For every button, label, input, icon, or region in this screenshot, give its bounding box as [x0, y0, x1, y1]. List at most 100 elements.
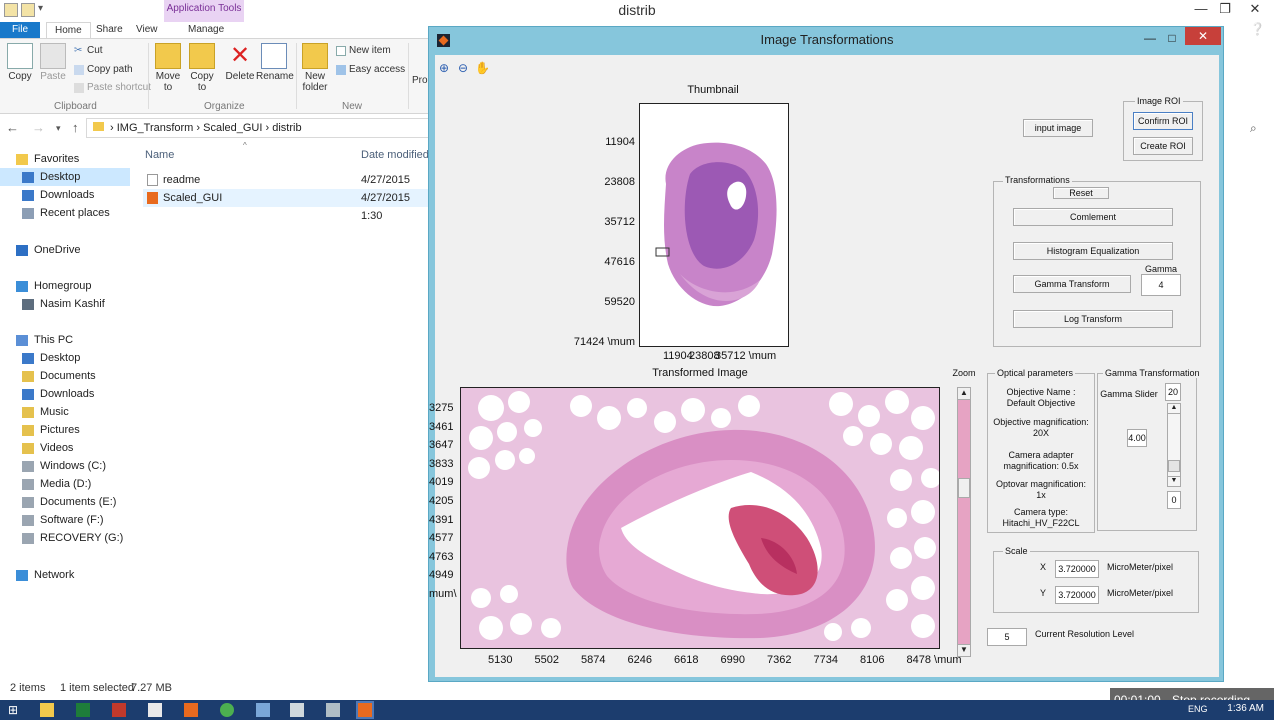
- nav-item-homegroup[interactable]: Homegroup: [0, 277, 130, 295]
- nav-item-downloads[interactable]: Downloads: [0, 186, 130, 204]
- nav-item-pictures[interactable]: Pictures: [0, 421, 130, 439]
- cut-button[interactable]: ✂ Cut: [74, 45, 103, 56]
- nav-item-music[interactable]: Music: [0, 403, 130, 421]
- pan-hand-icon[interactable]: ✋: [475, 61, 490, 75]
- file-row[interactable]: readme 4/27/2015 1:30: [143, 171, 433, 204]
- nav-item-this-pc[interactable]: This PC: [0, 331, 130, 349]
- language-indicator[interactable]: ENG: [1188, 704, 1208, 714]
- reset-button[interactable]: Reset: [1053, 187, 1109, 199]
- file-row-selected[interactable]: Scaled_GUI 4/27/2015 1:30: [143, 189, 433, 222]
- close-button[interactable]: ✕: [1240, 0, 1270, 20]
- zoom-out-icon[interactable]: ⊖: [456, 61, 470, 75]
- matlab-figure-icon[interactable]: [356, 701, 374, 719]
- recent-locations-icon[interactable]: ▾: [56, 123, 61, 134]
- rename-button[interactable]: Rename: [256, 43, 294, 82]
- create-roi-button[interactable]: Create ROI: [1133, 137, 1193, 155]
- forward-arrow-icon[interactable]: →: [32, 120, 45, 135]
- gamma-transform-button[interactable]: Gamma Transform: [1013, 275, 1131, 293]
- new-folder-button[interactable]: New folder: [300, 43, 330, 93]
- help-icon[interactable]: ❔: [1250, 22, 1265, 36]
- back-arrow-icon[interactable]: ←: [6, 120, 19, 135]
- nav-item-desktop[interactable]: Desktop: [0, 168, 130, 186]
- chrome-icon[interactable]: [220, 703, 234, 717]
- nav-item-downloads[interactable]: Downloads: [0, 385, 130, 403]
- histogram-equalization-button[interactable]: Histogram Equalization: [1013, 242, 1173, 260]
- scale-y-input[interactable]: 3.720000: [1055, 586, 1099, 604]
- move-to-button[interactable]: Move to: [152, 43, 184, 93]
- tab-home[interactable]: Home: [46, 22, 91, 38]
- gamma-down-arrow-icon[interactable]: ▼: [1168, 476, 1180, 486]
- maximize-button[interactable]: ❐: [1210, 0, 1240, 20]
- copy-to-button[interactable]: Copy to: [186, 43, 218, 93]
- clock[interactable]: 1:36 AM: [1227, 703, 1264, 714]
- easy-access-button[interactable]: Easy access: [336, 64, 405, 75]
- nav-item-recent-places[interactable]: Recent places: [0, 204, 130, 222]
- gamma-value-input[interactable]: 4: [1141, 274, 1181, 296]
- paste-button[interactable]: Paste: [38, 43, 68, 82]
- gamma-min-input[interactable]: 0: [1167, 491, 1181, 509]
- column-header-name[interactable]: Name: [145, 149, 174, 161]
- gamma-slider[interactable]: ▲ ▼: [1167, 403, 1181, 487]
- tab-manage[interactable]: Manage: [180, 22, 232, 38]
- search-icon[interactable]: ⌕: [1250, 121, 1257, 136]
- app-icon[interactable]: [326, 703, 340, 717]
- app-icon[interactable]: [256, 703, 270, 717]
- column-header-date[interactable]: Date modified: [361, 149, 429, 161]
- windows-start-icon[interactable]: ⊞: [8, 703, 22, 717]
- delete-button[interactable]: ✕ Delete: [224, 43, 256, 83]
- nav-item-onedrive[interactable]: OneDrive: [0, 241, 130, 259]
- input-image-button[interactable]: input image: [1023, 119, 1093, 137]
- nav-item-software-f[interactable]: Software (F:): [0, 511, 130, 529]
- zoom-up-arrow-icon[interactable]: ▲: [958, 388, 970, 400]
- breadcrumb-item[interactable]: Scaled_GUI: [203, 122, 262, 134]
- tab-view[interactable]: View: [128, 22, 166, 38]
- nav-item-documents[interactable]: Documents: [0, 367, 130, 385]
- figure-close-button[interactable]: ✕: [1185, 27, 1221, 45]
- copy-button[interactable]: Copy: [6, 43, 34, 82]
- nav-item-media-d[interactable]: Media (D:): [0, 475, 130, 493]
- log-transform-button[interactable]: Log Transform: [1013, 310, 1173, 328]
- figure-maximize-button[interactable]: □: [1159, 29, 1185, 47]
- file-explorer-icon[interactable]: [40, 703, 54, 717]
- matlab-icon[interactable]: [184, 703, 198, 717]
- nav-item-recovery-g[interactable]: RECOVERY (G:): [0, 529, 130, 547]
- text-file-icon: [147, 174, 158, 186]
- excel-icon[interactable]: [76, 703, 90, 717]
- nav-item-label: This PC: [34, 334, 74, 346]
- confirm-roi-button[interactable]: Confirm ROI: [1133, 112, 1193, 130]
- new-item-button[interactable]: New item: [336, 45, 391, 56]
- nav-item-documents-e[interactable]: Documents (E:): [0, 493, 130, 511]
- zoom-in-icon[interactable]: ⊕: [437, 61, 451, 75]
- gamma-slider-thumb[interactable]: [1168, 460, 1180, 472]
- tab-share[interactable]: Share: [88, 22, 131, 38]
- nav-item-videos[interactable]: Videos: [0, 439, 130, 457]
- zoom-down-arrow-icon[interactable]: ▼: [958, 644, 970, 656]
- app-icon[interactable]: [148, 703, 162, 717]
- tab-file[interactable]: File: [0, 22, 40, 38]
- app-icon[interactable]: [290, 703, 304, 717]
- zoom-slider[interactable]: ▲ ▼: [957, 387, 971, 657]
- nav-item-network[interactable]: Network: [0, 566, 130, 584]
- thumbnail-axes[interactable]: [639, 103, 789, 347]
- zoom-slider-thumb[interactable]: [958, 478, 970, 498]
- nav-item-label: Desktop: [40, 352, 81, 364]
- transformed-y-tick-label: 3275: [429, 402, 454, 414]
- breadcrumb-item[interactable]: IMG_Transform: [117, 122, 194, 134]
- paste-shortcut-button[interactable]: Paste shortcut: [74, 82, 151, 93]
- address-bar[interactable]: › IMG_Transform › Scaled_GUI › distrib: [86, 118, 430, 138]
- gamma-up-arrow-icon[interactable]: ▲: [1168, 404, 1180, 414]
- resolution-level-input[interactable]: 5: [987, 628, 1027, 646]
- transformed-image-axes[interactable]: [460, 387, 940, 649]
- nav-item-windows-c[interactable]: Windows (C:): [0, 457, 130, 475]
- nav-item-favorites[interactable]: Favorites: [0, 150, 130, 168]
- up-arrow-icon[interactable]: ↑: [72, 120, 79, 135]
- breadcrumb-item[interactable]: distrib: [272, 122, 301, 134]
- gamma-max-input[interactable]: 20: [1165, 383, 1181, 401]
- copy-path-button[interactable]: Copy path: [74, 64, 133, 75]
- complement-button[interactable]: Comlement: [1013, 208, 1173, 226]
- app-icon[interactable]: [112, 703, 126, 717]
- nav-item-desktop[interactable]: Desktop: [0, 349, 130, 367]
- gamma-slider-value-input[interactable]: 4.00: [1127, 429, 1147, 447]
- scale-x-input[interactable]: 3.720000: [1055, 560, 1099, 578]
- nav-item-nasim-kashif[interactable]: Nasim Kashif: [0, 295, 130, 313]
